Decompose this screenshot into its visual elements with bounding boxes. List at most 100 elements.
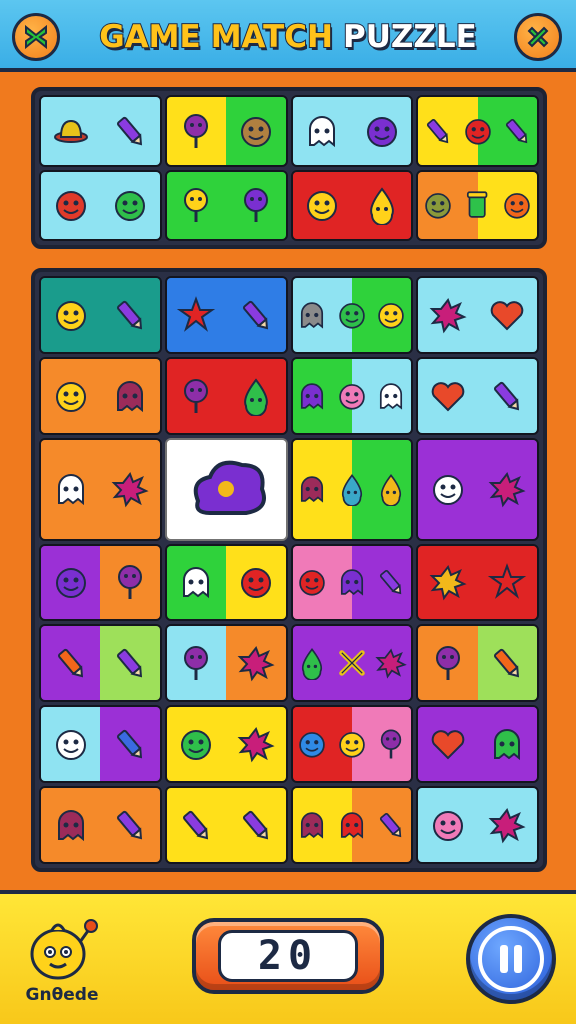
top-board-tile[interactable] <box>290 169 414 241</box>
pen-icon <box>110 724 150 764</box>
main-tile-board <box>31 268 547 872</box>
main-board-tile[interactable] <box>416 356 539 435</box>
hat-icon <box>51 111 91 151</box>
top-board-tile[interactable] <box>39 169 162 241</box>
squid-icon <box>335 472 369 507</box>
main-board-tile[interactable] <box>416 705 539 784</box>
apple-icon <box>461 114 495 148</box>
mascot-label: Gnθede <box>25 985 99 1005</box>
score-value: 20 <box>218 930 358 982</box>
purple-ghost-icon <box>295 379 329 413</box>
splat-icon <box>110 469 150 509</box>
top-board-tile[interactable] <box>416 95 539 167</box>
crayon-icon <box>421 114 455 148</box>
seahorse-icon <box>374 472 408 507</box>
main-board-tile[interactable] <box>39 624 162 703</box>
main-board-tile[interactable] <box>164 276 288 354</box>
main-board-tile[interactable] <box>39 356 162 435</box>
star-icon <box>176 295 216 335</box>
crayon-icon <box>110 111 150 151</box>
main-board-tile[interactable] <box>164 356 288 435</box>
drop-icon <box>295 646 329 681</box>
crayon-icon <box>110 643 150 683</box>
robot-icon <box>110 376 150 416</box>
crayon-icon <box>236 805 276 845</box>
top-board-tile[interactable] <box>39 95 162 167</box>
green-blob-icon <box>176 724 216 764</box>
bell-robot-icon <box>295 472 329 506</box>
main-board-tile[interactable] <box>39 786 162 864</box>
lollipop-icon <box>428 643 468 683</box>
top-board-tile[interactable] <box>290 95 414 167</box>
top-bar: GAME MATCH PUZZLE <box>0 0 576 72</box>
smile-icon <box>51 376 91 416</box>
main-board-tile[interactable] <box>416 276 539 354</box>
crossed-swords-icon[interactable] <box>12 13 60 61</box>
top-board-tile[interactable] <box>164 169 288 241</box>
bell-monster-icon <box>295 298 329 332</box>
bell-robot-icon <box>295 808 329 842</box>
main-board-tile[interactable] <box>39 705 162 784</box>
crayon-icon <box>176 805 216 845</box>
main-board-tile[interactable] <box>290 705 414 784</box>
main-board-tile[interactable] <box>39 276 162 354</box>
main-board-tile[interactable] <box>290 543 414 622</box>
purple-lollipop-icon <box>236 185 276 225</box>
main-board-tile[interactable] <box>290 786 414 864</box>
crayon-icon <box>110 295 150 335</box>
splat-icon <box>236 643 276 683</box>
title-word-1: GAME <box>98 18 201 56</box>
bow-icon <box>335 646 369 680</box>
main-board-tile[interactable] <box>39 543 162 622</box>
main-board-tile[interactable] <box>416 543 539 622</box>
star-icon <box>487 562 527 602</box>
purple-blob-icon <box>362 111 402 151</box>
crayon-icon <box>487 376 527 416</box>
yellow-blob-icon <box>302 185 342 225</box>
heart-icon <box>428 724 468 764</box>
top-board-tile[interactable] <box>416 169 539 241</box>
carrot-icon <box>487 643 527 683</box>
lollipop-icon <box>374 727 408 761</box>
drop-icon <box>236 376 276 416</box>
potato-monster-icon <box>236 111 276 151</box>
orange-blob-icon <box>500 188 534 222</box>
lollipop-icon <box>176 376 216 416</box>
top-board-tile[interactable] <box>164 95 288 167</box>
ghost-icon <box>176 562 216 602</box>
main-board-tile[interactable] <box>290 437 414 541</box>
main-board-tile[interactable] <box>290 276 414 354</box>
crayon-icon <box>110 805 150 845</box>
pause-icon <box>478 926 544 992</box>
smile-icon <box>374 298 408 332</box>
tools-icon[interactable] <box>514 13 562 61</box>
main-board-tile[interactable] <box>290 356 414 435</box>
lemon-mascot-icon[interactable] <box>22 910 102 990</box>
splat-icon <box>236 724 276 764</box>
main-board-tile[interactable] <box>416 786 539 864</box>
pause-button[interactable] <box>466 914 556 1004</box>
main-board-tile[interactable] <box>416 437 539 541</box>
carrot-icon <box>51 643 91 683</box>
pink-ball-icon <box>428 805 468 845</box>
main-board-tile[interactable] <box>39 437 162 541</box>
lollipop-icon <box>176 643 216 683</box>
game-title: GAME MATCH PUZZLE <box>80 12 496 62</box>
heart-icon <box>487 295 527 335</box>
main-board-tile[interactable] <box>164 437 288 541</box>
title-word-2: MATCH <box>210 18 334 56</box>
main-board-tile[interactable] <box>164 543 288 622</box>
main-board-tile[interactable] <box>164 786 288 864</box>
score-panel: 20 <box>192 918 384 994</box>
crayon-icon <box>500 114 534 148</box>
main-board-tile[interactable] <box>164 705 288 784</box>
pink-blob-icon <box>335 379 369 413</box>
main-board-tile[interactable] <box>164 624 288 703</box>
cloud-blob-icon <box>186 449 267 529</box>
splat-icon <box>487 469 527 509</box>
green-blob-icon <box>110 185 150 225</box>
doll-icon <box>51 469 91 509</box>
lollipop-icon <box>176 111 216 151</box>
main-board-tile[interactable] <box>416 624 539 703</box>
main-board-tile[interactable] <box>290 624 414 703</box>
